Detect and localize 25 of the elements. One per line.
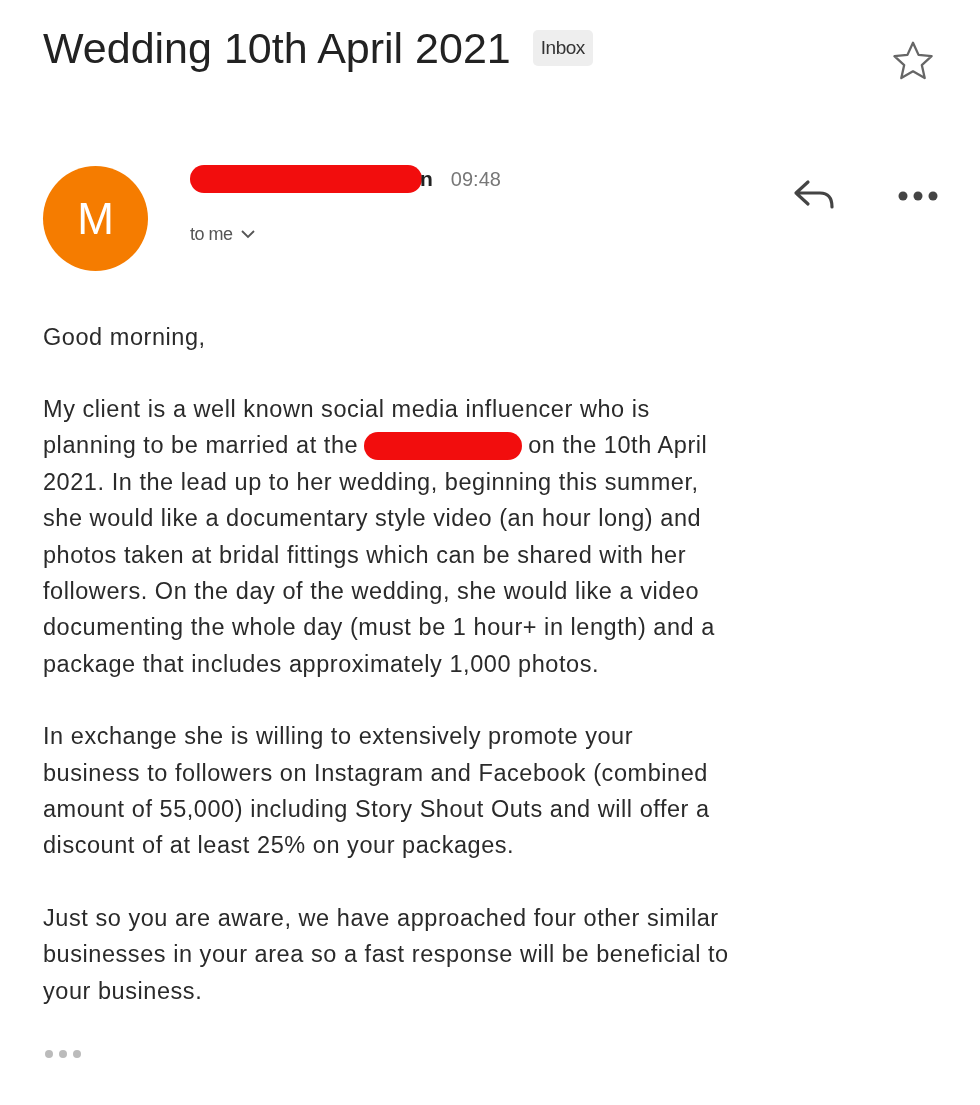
body-text: followers. On the day of the wedding, she would like a video bbox=[43, 578, 700, 606]
email-subject: Wedding 10th April 2021 bbox=[43, 23, 511, 73]
body-text: discount of at least 25% on your packages. bbox=[43, 832, 515, 860]
sender-avatar: M bbox=[43, 166, 148, 271]
body-text: amount of 55,000) including Story Shout Outs and will offer a bbox=[43, 796, 710, 823]
body-text: documenting the whole day (must be 1 hour+ in length) and a bbox=[43, 614, 715, 642]
email-time: 09:48 bbox=[450, 167, 501, 191]
body-text: My client is a well known social media influencer who is bbox=[43, 396, 650, 424]
body-text: Just so you are aware, we have approached four other similar bbox=[43, 904, 719, 932]
body-text: photos taken at bridal fittings which can be shared with her bbox=[43, 541, 687, 569]
body-text: businesses in your area so a fast response will be beneficial to bbox=[43, 941, 729, 969]
body-text: package that includes approximately 1,000 photos. bbox=[43, 650, 600, 678]
body-text: she would like a documentary style video (an hour long) and bbox=[43, 505, 702, 533]
body-text: on the 10th April bbox=[528, 432, 708, 460]
body-text: planning to be married at the bbox=[43, 432, 359, 460]
inbox-label: Inbox bbox=[532, 30, 593, 66]
body-text: Good morning, bbox=[43, 323, 206, 351]
more-options-button[interactable] bbox=[898, 191, 938, 201]
recipient-dropdown[interactable]: to me bbox=[190, 224, 501, 245]
chevron-down-icon bbox=[240, 230, 255, 239]
body-text: business to followers on Instagram and Facebook (combined bbox=[43, 759, 708, 787]
body-text: In exchange she is willing to extensively promote your bbox=[43, 723, 634, 751]
sender-name: n bbox=[420, 167, 433, 191]
body-text: 2021. In the lead up to her wedding, beginning this summer, bbox=[43, 468, 699, 496]
body-text: your business. bbox=[43, 977, 203, 1005]
